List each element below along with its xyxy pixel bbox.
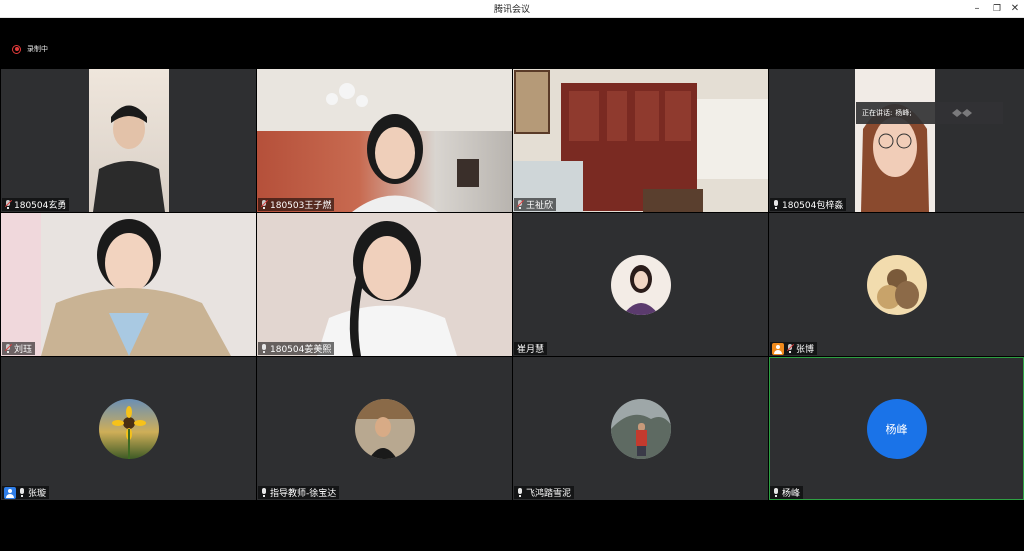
mic-icon [516,487,524,498]
participant-video [513,69,768,212]
user-icon [772,342,784,355]
participant-namebar: 张璇 [2,486,50,499]
participant-avatar: 杨峰 [866,398,927,459]
speaking-indicator: 正在讲话: 杨峰; [856,102,1003,124]
mic-icon [260,343,268,354]
participant-video [89,69,169,212]
speaking-prefix: 正在讲话: [862,109,893,117]
video-tile[interactable]: 180503王子燃 [257,69,512,212]
video-tile[interactable]: 180504包梓淼 [769,69,1024,212]
participant-name: 张博 [796,345,815,355]
recording-label: 录制中 [27,45,48,53]
video-tile[interactable]: 180504玄勇 [1,69,256,212]
record-icon [12,44,21,54]
video-tile[interactable]: 张璇 [1,357,256,500]
participant-name: 180504姜美熙 [270,345,332,355]
participant-namebar: 180504姜美熙 [258,342,335,355]
participant-namebar: 杨峰 [770,486,804,499]
mic-muted-icon [516,199,525,210]
mic-muted-icon [260,199,269,210]
participant-name: 刘珏 [14,345,33,355]
participant-avatar [354,398,415,459]
video-grid: 180504玄勇 180503王子燃 王祉欣 180504包梓淼 刘珏 1805… [0,68,1024,500]
participant-namebar: 崔月慧 [514,342,548,355]
room-scene [513,69,768,212]
video-tile[interactable]: 飞鸿踏雪泥 [513,357,768,500]
restore-button[interactable]: ❐ [990,2,1004,16]
participant-namebar: 刘珏 [2,342,36,355]
participant-namebar: 张博 [770,342,818,355]
participant-namebar: 180504包梓淼 [770,198,847,211]
person-silhouette [93,105,165,212]
video-tile[interactable]: 指导教师-徐宝达 [257,357,512,500]
participant-name: 飞鸿踏雪泥 [526,489,572,499]
title-bar: 腾讯会议 – ❐ ✕ [0,0,1024,18]
participant-video [257,213,512,356]
speaking-name: 杨峰; [895,109,912,117]
participant-avatar [866,254,927,315]
participant-namebar: 180504玄勇 [2,198,70,211]
mic-icon [260,487,268,498]
video-tile-active-speaker[interactable]: 杨峰 杨峰 [769,357,1024,500]
mic-muted-icon [786,343,795,354]
participant-name: 崔月慧 [517,345,545,355]
participant-name: 180504玄勇 [14,201,67,211]
mic-icon [772,199,780,210]
person-silhouette [1,213,231,356]
video-tile[interactable]: 王祉欣 [513,69,768,212]
participant-name: 180504包梓淼 [782,201,844,211]
person-silhouette [317,221,457,356]
video-tile[interactable]: 张博 [769,213,1024,356]
participant-name: 180503王子燃 [270,201,332,211]
user-icon [4,486,16,499]
minimize-button[interactable]: – [970,2,984,16]
video-tile[interactable]: 崔月慧 [513,213,768,356]
avatar-initials: 杨峰 [885,422,908,436]
participant-name: 王祉欣 [526,201,554,211]
mic-muted-icon [4,199,13,210]
participant-avatar [98,398,159,459]
window-title: 腾讯会议 [493,5,530,15]
participant-video [855,69,935,212]
close-button[interactable]: ✕ [1008,2,1022,16]
participant-avatar [610,398,671,459]
video-tile[interactable]: 刘珏 [1,213,256,356]
participant-namebar: 王祉欣 [514,198,557,211]
video-tile[interactable]: 180504姜美熙 [257,213,512,356]
participant-name: 杨峰 [782,489,801,499]
participant-avatar [610,254,671,315]
mic-icon [18,487,26,498]
participant-name: 张璇 [28,489,47,499]
person-silhouette [257,69,512,212]
participant-video [1,213,256,356]
participant-namebar: 指导教师-徐宝达 [258,486,340,499]
recording-indicator[interactable]: 录制中 [12,44,48,54]
participant-name: 指导教师-徐宝达 [270,489,337,499]
mic-muted-icon [4,343,13,354]
participant-video [257,69,512,212]
mask-icon [952,109,972,117]
participant-namebar: 飞鸿踏雪泥 [514,486,575,499]
person-silhouette [861,104,929,212]
mic-icon [772,487,780,498]
participant-namebar: 180503王子燃 [258,198,335,211]
